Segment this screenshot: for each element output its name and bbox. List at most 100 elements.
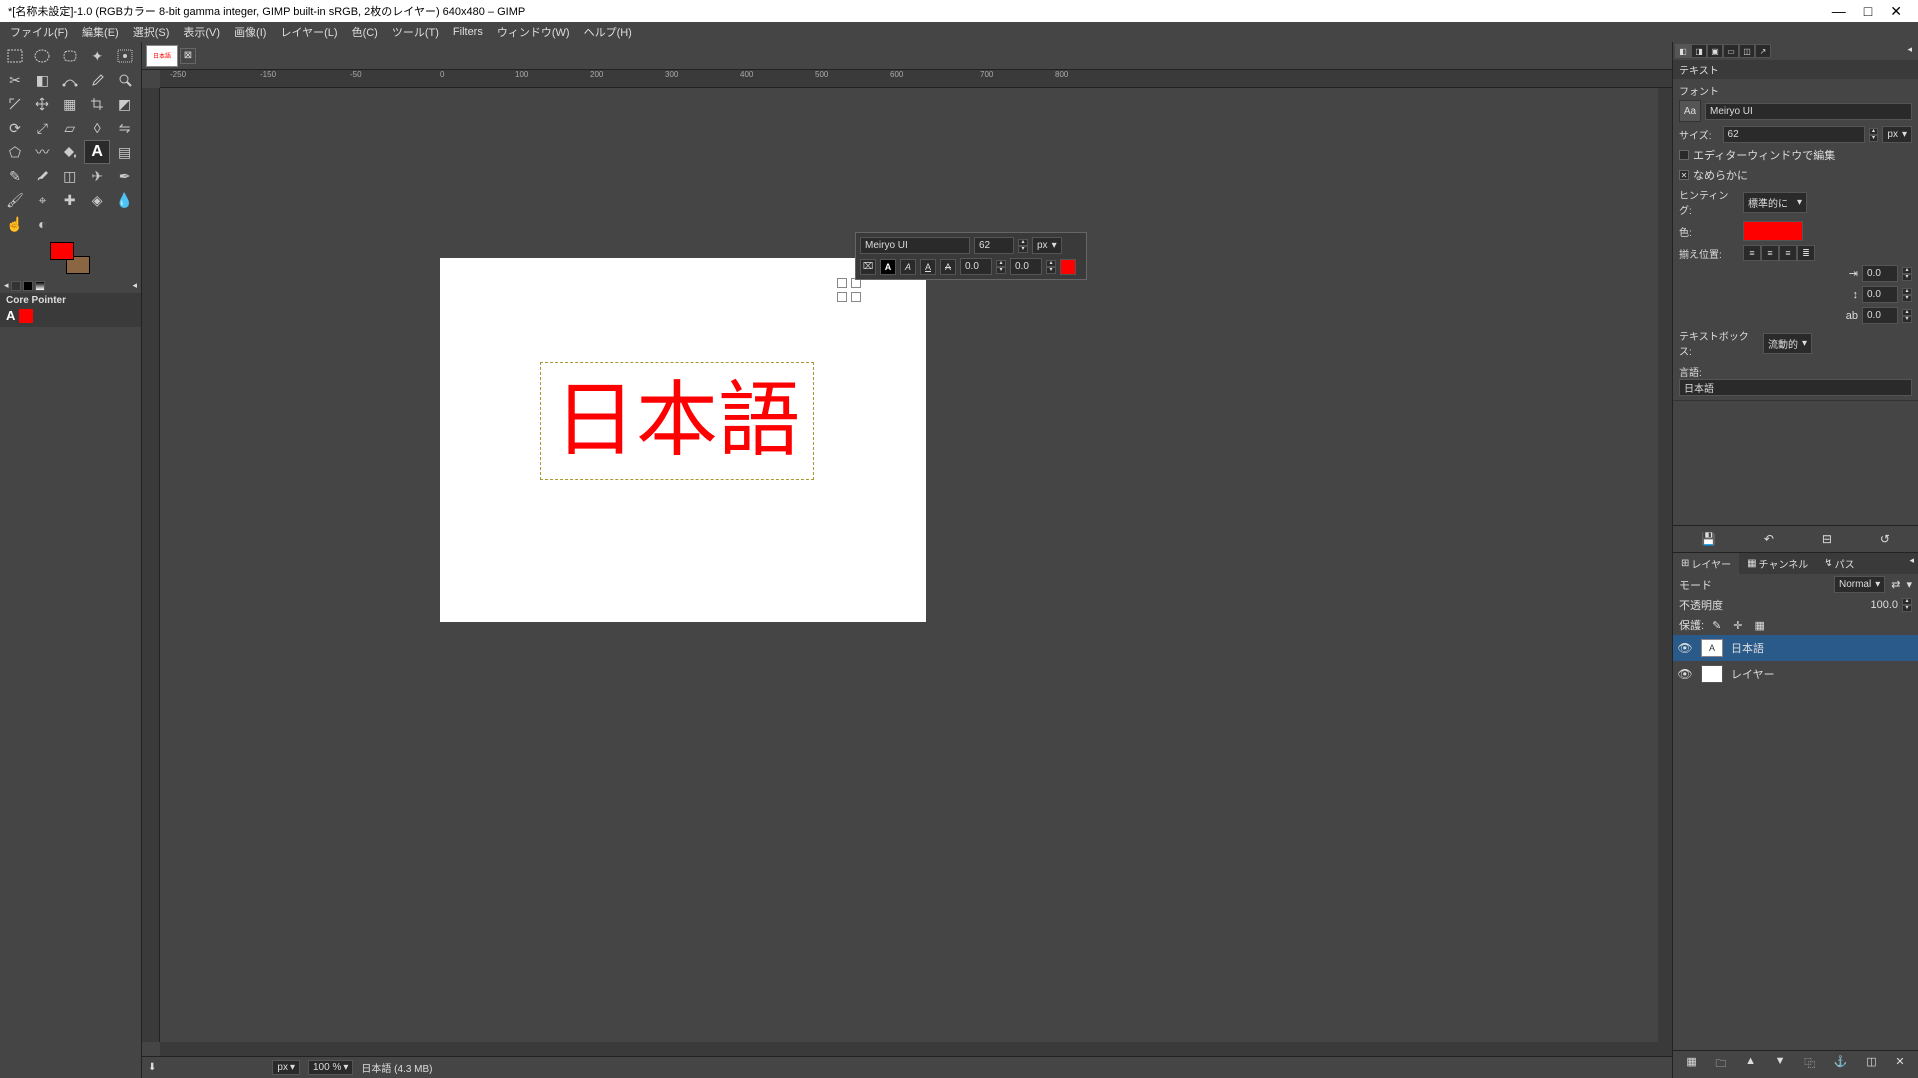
eraser-tool[interactable]: ◫ <box>57 164 83 188</box>
maximize-button[interactable]: □ <box>1864 3 1872 20</box>
ruler-horizontal[interactable]: -250 -150 -50 0 100 200 300 400 500 600 … <box>160 70 1672 88</box>
menu-select[interactable]: 選択(S) <box>127 22 176 42</box>
layer-row[interactable]: 👁 レイヤー <box>1673 661 1918 687</box>
dock-tab-6[interactable]: ↗ <box>1755 44 1771 58</box>
dock-tab-3[interactable]: ▣ <box>1707 44 1723 58</box>
float-strike-icon[interactable]: A <box>940 259 956 275</box>
dock-tab-4[interactable]: ▭ <box>1723 44 1739 58</box>
tab-channels[interactable]: ▦チャンネル <box>1739 553 1816 574</box>
visibility-icon[interactable]: 👁 <box>1677 667 1693 681</box>
size-up[interactable]: ▴ <box>1869 128 1879 135</box>
paths-tool[interactable] <box>57 68 83 92</box>
smudge-tool[interactable]: ☝ <box>2 212 28 236</box>
dodge-tool[interactable]: ◐ <box>29 212 55 236</box>
text-handles[interactable] <box>837 278 861 302</box>
bucket-fill-tool[interactable] <box>57 140 83 164</box>
layer-thumb[interactable]: A <box>1701 639 1723 657</box>
menu-filters[interactable]: Filters <box>447 24 489 40</box>
mypaint-tool[interactable]: 🖌 <box>2 188 28 212</box>
perspective-tool[interactable]: ◊ <box>84 116 110 140</box>
clone-tool[interactable]: ⌖ <box>29 188 55 212</box>
font-input[interactable] <box>1705 103 1912 120</box>
ink-tool[interactable]: ✒ <box>112 164 138 188</box>
fuzzy-select-tool[interactable]: ✦ <box>84 44 110 68</box>
perspective-clone-tool[interactable]: ◈ <box>84 188 110 212</box>
duplicate-layer-icon[interactable]: ⿻ <box>1804 1055 1815 1074</box>
menu-help[interactable]: ヘルプ(H) <box>578 22 638 42</box>
lock-pixels-icon[interactable]: ✎ <box>1708 619 1725 632</box>
scale-tool[interactable]: ⤢ <box>29 116 55 140</box>
dock-tab-5[interactable]: ◫ <box>1739 44 1755 58</box>
ruler-vertical[interactable] <box>142 88 160 1042</box>
justify-left-icon[interactable]: ≡ <box>1743 245 1761 261</box>
status-unit-select[interactable]: px ▾ <box>272 1060 300 1075</box>
menu-view[interactable]: 表示(V) <box>177 22 226 42</box>
indent-down[interactable]: ▾ <box>1902 274 1912 281</box>
editor-window-checkbox[interactable] <box>1679 150 1689 160</box>
letter-spacing-input[interactable] <box>1862 307 1898 324</box>
raise-layer-icon[interactable]: ▲ <box>1745 1055 1756 1074</box>
mode-menu-icon[interactable]: ▾ <box>1906 578 1912 591</box>
delete-options-icon[interactable]: ⊟ <box>1814 530 1840 548</box>
menu-layer[interactable]: レイヤー(L) <box>274 22 343 42</box>
new-group-icon[interactable]: 🗀 <box>1715 1055 1726 1074</box>
scissors-tool[interactable]: ✂ <box>2 68 28 92</box>
delete-layer-icon[interactable]: ✕ <box>1895 1055 1904 1074</box>
layer-name[interactable]: レイヤー <box>1731 666 1775 682</box>
menu-edit[interactable]: 編集(E) <box>76 22 125 42</box>
mode-switch-icon[interactable]: ⇄ <box>1889 578 1902 591</box>
tab-paths[interactable]: ↯パス <box>1816 553 1862 574</box>
crop-tool[interactable] <box>84 92 110 116</box>
indent-input[interactable] <box>1862 265 1898 282</box>
menu-colors[interactable]: 色(C) <box>346 22 384 42</box>
spin-down2[interactable]: ▾ <box>1046 267 1056 274</box>
warp-tool[interactable]: 〰 <box>29 140 55 164</box>
size-down[interactable]: ▾ <box>1869 135 1879 142</box>
float-baseline-input[interactable] <box>960 258 992 275</box>
spin-down[interactable]: ▾ <box>996 267 1006 274</box>
float-size-down[interactable]: ▾ <box>1018 246 1028 253</box>
foreground-select-tool[interactable]: ◧ <box>29 68 55 92</box>
minimize-button[interactable]: — <box>1832 3 1846 20</box>
gradient-tool[interactable]: ▤ <box>112 140 138 164</box>
antialias-checkbox[interactable]: ✕ <box>1679 170 1689 180</box>
heal-tool[interactable]: ✚ <box>57 188 83 212</box>
canvas-area[interactable]: 日本語 ▴▾ px ▾ ⌧ <box>160 88 1658 1042</box>
move-tool[interactable] <box>29 92 55 116</box>
pencil-tool[interactable]: ✎ <box>2 164 28 188</box>
lock-position-icon[interactable]: ✛ <box>1729 619 1746 632</box>
close-button[interactable]: ✕ <box>1890 3 1902 20</box>
scrollbar-v[interactable] <box>1658 88 1672 1042</box>
free-select-tool[interactable] <box>57 44 83 68</box>
gradient-indicator[interactable] <box>35 281 45 291</box>
float-unit-select[interactable]: px ▾ <box>1032 237 1062 254</box>
menu-tools[interactable]: ツール(T) <box>386 22 445 42</box>
layer-name[interactable]: 日本語 <box>1731 640 1764 656</box>
indent-up[interactable]: ▴ <box>1902 267 1912 274</box>
justify-right-icon[interactable]: ≡ <box>1761 245 1779 261</box>
merge-layer-icon[interactable]: ⚓ <box>1834 1055 1848 1074</box>
float-underline-icon[interactable]: A <box>920 259 936 275</box>
cage-tool[interactable]: ⬠ <box>2 140 28 164</box>
paintbrush-tool[interactable] <box>29 164 55 188</box>
text-tool[interactable]: A <box>84 140 110 164</box>
mask-layer-icon[interactable]: ◫ <box>1866 1055 1876 1074</box>
spin-up2[interactable]: ▴ <box>1046 260 1056 267</box>
airbrush-tool[interactable]: ✈ <box>84 164 110 188</box>
mode-select[interactable]: Normal ▾ <box>1834 576 1885 593</box>
dock-tab-tool-options[interactable]: ◧ <box>1675 44 1691 58</box>
save-options-icon[interactable]: 💾 <box>1693 530 1724 548</box>
scrollbar-h[interactable] <box>160 1042 1672 1056</box>
unified-transform-tool[interactable]: ◩ <box>112 92 138 116</box>
line-spacing-input[interactable] <box>1862 286 1898 303</box>
op-up[interactable]: ▴ <box>1902 598 1912 605</box>
spin-up[interactable]: ▴ <box>996 260 1006 267</box>
canvas-text[interactable]: 日本語 <box>554 380 800 462</box>
hinting-select[interactable]: 標準的に▾ <box>1743 192 1807 213</box>
float-bold-icon[interactable]: A <box>880 259 896 275</box>
layers-dock-menu-icon[interactable]: ◂ <box>1905 553 1918 574</box>
dock-tab-2[interactable]: ◨ <box>1691 44 1707 58</box>
size-unit-select[interactable]: px ▾ <box>1882 126 1912 143</box>
by-color-select-tool[interactable] <box>112 44 138 68</box>
align-tool[interactable]: ▦ <box>57 92 83 116</box>
